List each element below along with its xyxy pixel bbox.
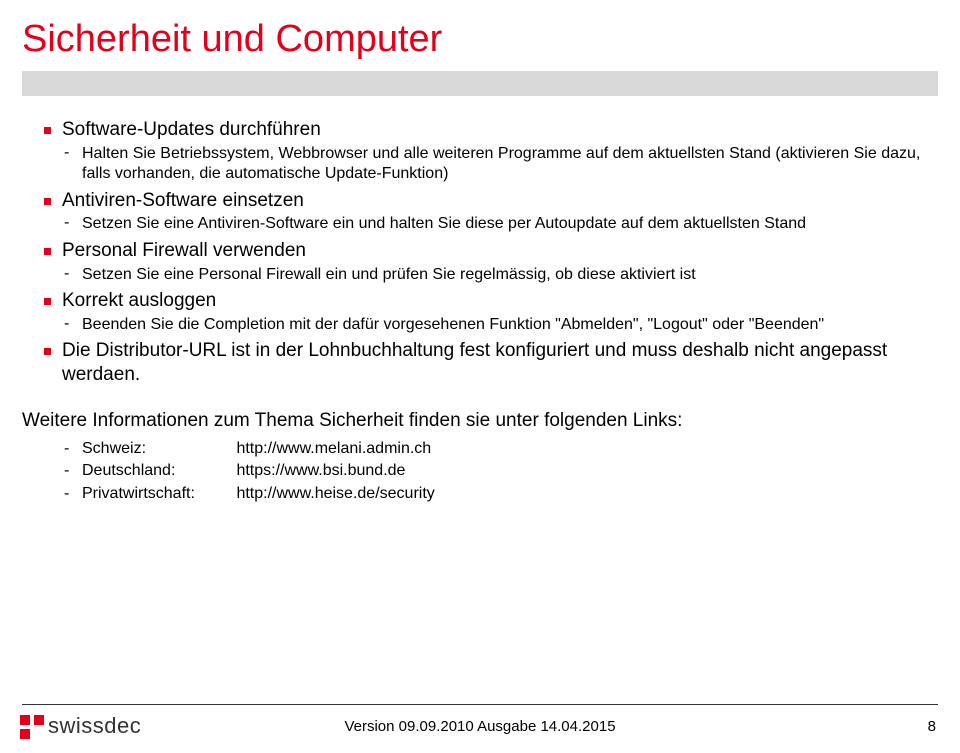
- link-row: - Privatwirtschaft: http://www.heise.de/…: [22, 483, 938, 505]
- sub-text: Setzen Sie eine Antiviren-Software ein u…: [82, 214, 938, 234]
- sub-text: Halten Sie Betriebssystem, Webbrowser un…: [82, 144, 938, 185]
- item-heading: Personal Firewall verwenden: [62, 239, 938, 263]
- footer-row: swissdec Version 09.09.2010 Ausgabe 14.0…: [0, 711, 960, 739]
- sub-text: Beenden Sie die Completion mit der dafür…: [82, 315, 938, 335]
- content-area: Software-Updates durchführen - Halten Si…: [0, 102, 960, 505]
- sub-item: - Setzen Sie eine Personal Firewall ein …: [62, 265, 938, 285]
- more-info-text: Weitere Informationen zum Thema Sicherhe…: [22, 410, 938, 432]
- page-number: 8: [928, 718, 936, 735]
- dash-icon: -: [64, 214, 69, 232]
- link-label: Schweiz:: [82, 438, 232, 460]
- title-underline: [22, 71, 938, 96]
- main-list: Software-Updates durchführen - Halten Si…: [22, 118, 938, 387]
- footer-divider: [22, 704, 938, 705]
- dash-icon: -: [64, 438, 69, 460]
- logo-text: swissdec: [48, 713, 141, 739]
- list-item: Personal Firewall verwenden - Setzen Sie…: [22, 239, 938, 285]
- swissdec-logo: swissdec: [20, 713, 141, 739]
- bullet-icon: [44, 348, 51, 355]
- footer: swissdec Version 09.09.2010 Ausgabe 14.0…: [0, 704, 960, 739]
- sub-list: - Setzen Sie eine Antiviren-Software ein…: [62, 214, 938, 234]
- dash-icon: -: [64, 315, 69, 333]
- link-url[interactable]: http://www.heise.de/security: [236, 485, 434, 502]
- link-row: - Schweiz: http://www.melani.admin.ch: [22, 438, 938, 460]
- link-url[interactable]: http://www.melani.admin.ch: [236, 440, 431, 457]
- list-item: Software-Updates durchführen - Halten Si…: [22, 118, 938, 185]
- sub-list: - Setzen Sie eine Personal Firewall ein …: [62, 265, 938, 285]
- bullet-icon: [44, 298, 51, 305]
- sub-list: - Halten Sie Betriebssystem, Webbrowser …: [62, 144, 938, 185]
- sub-text: Setzen Sie eine Personal Firewall ein un…: [82, 265, 938, 285]
- link-label: Deutschland:: [82, 460, 232, 482]
- item-heading: Die Distributor-URL ist in der Lohnbuchh…: [62, 339, 938, 387]
- dash-icon: -: [64, 265, 69, 283]
- dash-icon: -: [64, 483, 69, 505]
- list-item: Antiviren-Software einsetzen - Setzen Si…: [22, 189, 938, 235]
- dash-icon: -: [64, 460, 69, 482]
- bullet-icon: [44, 198, 51, 205]
- sub-item: - Halten Sie Betriebssystem, Webbrowser …: [62, 144, 938, 185]
- logo-mark-icon: [20, 715, 44, 739]
- sub-list: - Beenden Sie die Completion mit der daf…: [62, 315, 938, 335]
- version-text: Version 09.09.2010 Ausgabe 14.04.2015: [344, 718, 615, 735]
- item-heading: Software-Updates durchführen: [62, 118, 938, 142]
- item-heading: Antiviren-Software einsetzen: [62, 189, 938, 213]
- link-row: - Deutschland: https://www.bsi.bund.de: [22, 460, 938, 482]
- list-item: Korrekt ausloggen - Beenden Sie die Comp…: [22, 289, 938, 335]
- sub-item: - Beenden Sie die Completion mit der daf…: [62, 315, 938, 335]
- link-url[interactable]: https://www.bsi.bund.de: [236, 462, 405, 479]
- link-label: Privatwirtschaft:: [82, 483, 232, 505]
- sub-item: - Setzen Sie eine Antiviren-Software ein…: [62, 214, 938, 234]
- list-item: Die Distributor-URL ist in der Lohnbuchh…: [22, 339, 938, 387]
- bullet-icon: [44, 248, 51, 255]
- dash-icon: -: [64, 144, 69, 162]
- page-title: Sicherheit und Computer: [0, 0, 960, 71]
- item-heading: Korrekt ausloggen: [62, 289, 938, 313]
- bullet-icon: [44, 127, 51, 134]
